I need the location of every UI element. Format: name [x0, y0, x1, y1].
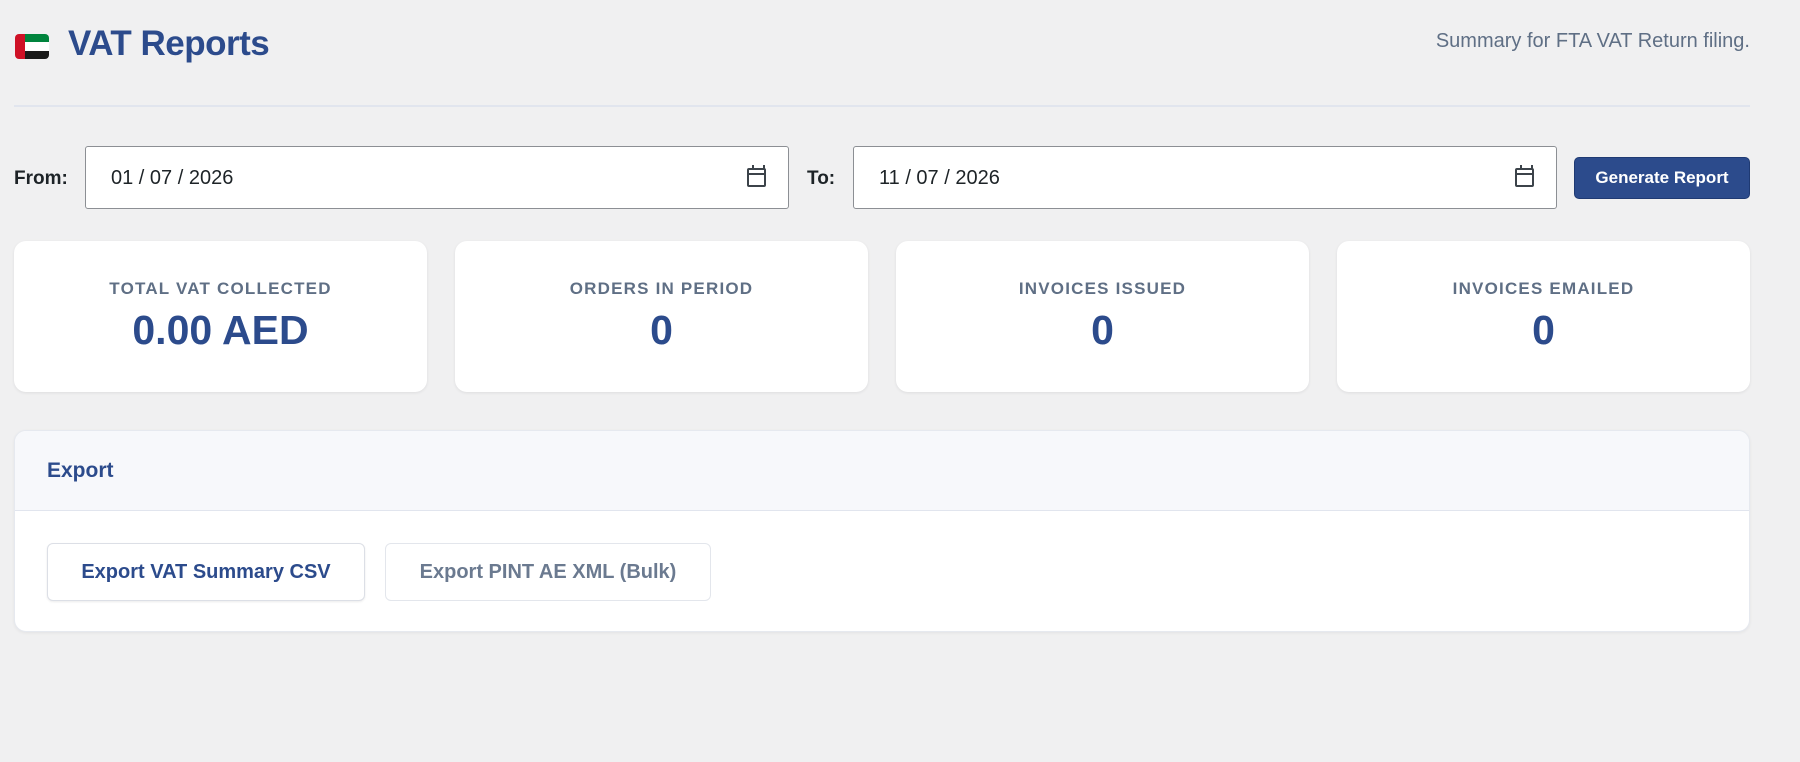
stat-value: 0 — [650, 307, 673, 353]
from-label: From: — [14, 168, 68, 189]
uae-flag-icon — [15, 34, 49, 59]
to-date-input[interactable]: 11 / 07 / 2026 — [853, 146, 1557, 209]
from-date-input[interactable]: 01 / 07 / 2026 — [85, 146, 789, 209]
page-header: VAT Reports Summary for FTA VAT Return f… — [14, 0, 1750, 107]
stat-label: INVOICES EMAILED — [1452, 279, 1635, 298]
from-date-value: 01 / 07 / 2026 — [111, 167, 234, 189]
generate-report-button[interactable]: Generate Report — [1574, 157, 1750, 199]
date-filter-row: From: 01 / 07 / 2026 To: 11 / 07 / 2026 … — [14, 146, 1750, 209]
export-panel: Export Export VAT Summary CSV Export PIN… — [14, 430, 1750, 632]
stat-label: INVOICES ISSUED — [1018, 279, 1187, 298]
stat-value: 0 — [1532, 307, 1555, 353]
calendar-icon[interactable] — [1515, 165, 1534, 187]
page-title: VAT Reports — [68, 24, 270, 63]
export-pint-xml-button[interactable]: Export PINT AE XML (Bulk) — [385, 543, 711, 601]
stat-label: TOTAL VAT COLLECTED — [109, 279, 332, 298]
stats-row: TOTAL VAT COLLECTED 0.00 AED ORDERS IN P… — [14, 241, 1750, 392]
to-date-value: 11 / 07 / 2026 — [879, 167, 1000, 189]
stat-value: 0.00 AED — [132, 307, 309, 353]
export-vat-csv-button[interactable]: Export VAT Summary CSV — [47, 543, 365, 601]
calendar-icon[interactable] — [747, 165, 766, 187]
export-title: Export — [47, 459, 114, 482]
page-subtitle: Summary for FTA VAT Return filing. — [1435, 30, 1750, 52]
stat-card-invoices-emailed: INVOICES EMAILED 0 — [1337, 241, 1750, 392]
vat-reports-page: VAT Reports Summary for FTA VAT Return f… — [14, 0, 1750, 632]
stat-value: 0 — [1091, 307, 1114, 353]
stat-label: ORDERS IN PERIOD — [569, 279, 754, 298]
to-label: To: — [807, 168, 836, 189]
export-panel-header: Export — [15, 431, 1749, 511]
stat-card-orders: ORDERS IN PERIOD 0 — [455, 241, 868, 392]
stat-card-invoices-issued: INVOICES ISSUED 0 — [896, 241, 1309, 392]
stat-card-total-vat: TOTAL VAT COLLECTED 0.00 AED — [14, 241, 427, 392]
